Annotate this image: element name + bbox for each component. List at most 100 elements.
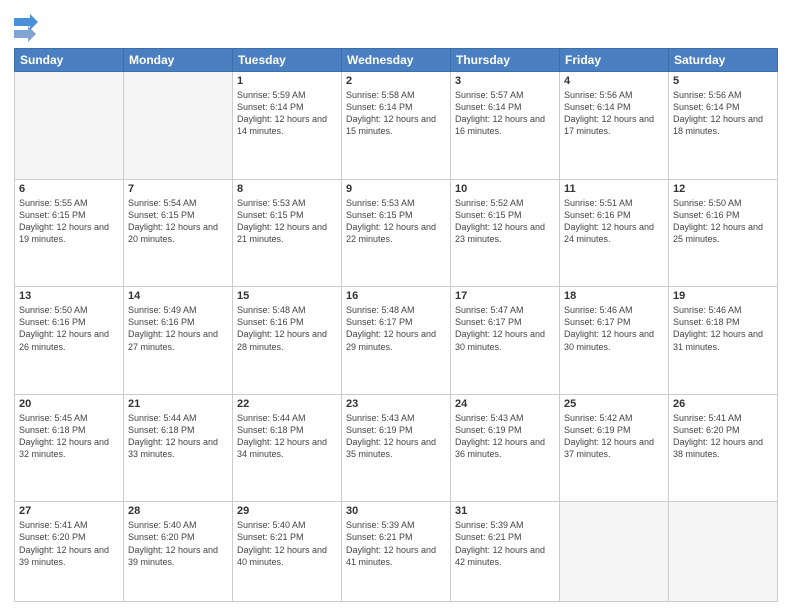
- day-info-19: Sunrise: 5:46 AM Sunset: 6:18 PM Dayligh…: [673, 304, 773, 353]
- day-number-28: 28: [128, 505, 228, 517]
- day-info-7: Sunrise: 5:54 AM Sunset: 6:15 PM Dayligh…: [128, 197, 228, 246]
- day-info-18: Sunrise: 5:46 AM Sunset: 6:17 PM Dayligh…: [564, 304, 664, 353]
- day-number-22: 22: [237, 398, 337, 410]
- empty-cell: [15, 72, 124, 180]
- week-row-4: 20 Sunrise: 5:45 AM Sunset: 6:18 PM Dayli…: [15, 394, 778, 502]
- day-cell-3: 3Sunrise: 5:57 AM Sunset: 6:14 PM Daylig…: [451, 72, 560, 180]
- empty-cell: [560, 502, 669, 602]
- day-number-23: 23: [346, 398, 446, 410]
- day-cell-21: 21 Sunrise: 5:44 AM Sunset: 6:18 PM Dayli…: [124, 394, 233, 502]
- day-info-20: Sunrise: 5:45 AM Sunset: 6:18 PM Dayligh…: [19, 412, 119, 461]
- day-cell-29: 29 Sunrise: 5:40 AM Sunset: 6:21 PM Dayli…: [233, 502, 342, 602]
- day-cell-17: 17Sunrise: 5:47 AM Sunset: 6:17 PM Dayli…: [451, 287, 560, 395]
- empty-cell: [124, 72, 233, 180]
- day-number-12: 12: [673, 183, 773, 195]
- day-cell-6: 6 Sunrise: 5:55 AM Sunset: 6:15 PM Daylig…: [15, 179, 124, 287]
- day-info-10: Sunrise: 5:52 AM Sunset: 6:15 PM Dayligh…: [455, 197, 555, 246]
- day-number-14: 14: [128, 290, 228, 302]
- day-info-14: Sunrise: 5:49 AM Sunset: 6:16 PM Dayligh…: [128, 304, 228, 353]
- day-info-27: Sunrise: 5:41 AM Sunset: 6:20 PM Dayligh…: [19, 519, 119, 568]
- day-info-22: Sunrise: 5:44 AM Sunset: 6:18 PM Dayligh…: [237, 412, 337, 461]
- day-info-4: Sunrise: 5:56 AM Sunset: 6:14 PM Dayligh…: [564, 89, 664, 138]
- day-cell-31: 31Sunrise: 5:39 AM Sunset: 6:21 PM Dayli…: [451, 502, 560, 602]
- weekday-header-wednesday: Wednesday: [342, 49, 451, 72]
- day-info-29: Sunrise: 5:40 AM Sunset: 6:21 PM Dayligh…: [237, 519, 337, 568]
- day-number-24: 24: [455, 398, 555, 410]
- weekday-header-saturday: Saturday: [669, 49, 778, 72]
- day-cell-20: 20 Sunrise: 5:45 AM Sunset: 6:18 PM Dayli…: [15, 394, 124, 502]
- day-number-26: 26: [673, 398, 773, 410]
- day-cell-4: 4 Sunrise: 5:56 AM Sunset: 6:14 PM Daylig…: [560, 72, 669, 180]
- weekday-header-sunday: Sunday: [15, 49, 124, 72]
- day-number-8: 8: [237, 183, 337, 195]
- day-cell-23: 23 Sunrise: 5:43 AM Sunset: 6:19 PM Dayli…: [342, 394, 451, 502]
- day-number-4: 4: [564, 75, 664, 87]
- day-info-9: Sunrise: 5:53 AM Sunset: 6:15 PM Dayligh…: [346, 197, 446, 246]
- day-info-23: Sunrise: 5:43 AM Sunset: 6:19 PM Dayligh…: [346, 412, 446, 461]
- empty-cell: [669, 502, 778, 602]
- day-number-30: 30: [346, 505, 446, 517]
- day-number-20: 20: [19, 398, 119, 410]
- day-info-2: Sunrise: 5:58 AM Sunset: 6:14 PM Dayligh…: [346, 89, 446, 138]
- day-cell-10: 10 Sunrise: 5:52 AM Sunset: 6:15 PM Dayli…: [451, 179, 560, 287]
- day-cell-11: 11Sunrise: 5:51 AM Sunset: 6:16 PM Dayli…: [560, 179, 669, 287]
- weekday-header-tuesday: Tuesday: [233, 49, 342, 72]
- day-cell-28: 28 Sunrise: 5:40 AM Sunset: 6:20 PM Dayli…: [124, 502, 233, 602]
- day-cell-22: 22 Sunrise: 5:44 AM Sunset: 6:18 PM Dayli…: [233, 394, 342, 502]
- day-info-6: Sunrise: 5:55 AM Sunset: 6:15 PM Dayligh…: [19, 197, 119, 246]
- day-number-21: 21: [128, 398, 228, 410]
- week-row-2: 6 Sunrise: 5:55 AM Sunset: 6:15 PM Daylig…: [15, 179, 778, 287]
- day-number-6: 6: [19, 183, 119, 195]
- day-info-1: Sunrise: 5:59 AM Sunset: 6:14 PM Dayligh…: [237, 89, 337, 138]
- day-number-7: 7: [128, 183, 228, 195]
- day-number-15: 15: [237, 290, 337, 302]
- day-info-21: Sunrise: 5:44 AM Sunset: 6:18 PM Dayligh…: [128, 412, 228, 461]
- calendar-table: SundayMondayTuesdayWednesdayThursdayFrid…: [14, 48, 778, 602]
- day-info-15: Sunrise: 5:48 AM Sunset: 6:16 PM Dayligh…: [237, 304, 337, 353]
- day-info-13: Sunrise: 5:50 AM Sunset: 6:16 PM Dayligh…: [19, 304, 119, 353]
- day-number-31: 31: [455, 505, 555, 517]
- day-number-9: 9: [346, 183, 446, 195]
- day-cell-24: 24Sunrise: 5:43 AM Sunset: 6:19 PM Dayli…: [451, 394, 560, 502]
- day-number-2: 2: [346, 75, 446, 87]
- day-number-11: 11: [564, 183, 664, 195]
- day-cell-12: 12 Sunrise: 5:50 AM Sunset: 6:16 PM Dayli…: [669, 179, 778, 287]
- logo-icon: [14, 14, 38, 42]
- day-cell-30: 30Sunrise: 5:39 AM Sunset: 6:21 PM Dayli…: [342, 502, 451, 602]
- day-cell-27: 27 Sunrise: 5:41 AM Sunset: 6:20 PM Dayli…: [15, 502, 124, 602]
- day-number-3: 3: [455, 75, 555, 87]
- day-number-19: 19: [673, 290, 773, 302]
- day-number-17: 17: [455, 290, 555, 302]
- week-row-3: 13 Sunrise: 5:50 AM Sunset: 6:16 PM Dayli…: [15, 287, 778, 395]
- logo: [14, 14, 42, 42]
- day-cell-26: 26 Sunrise: 5:41 AM Sunset: 6:20 PM Dayli…: [669, 394, 778, 502]
- weekday-header-row: SundayMondayTuesdayWednesdayThursdayFrid…: [15, 49, 778, 72]
- day-info-28: Sunrise: 5:40 AM Sunset: 6:20 PM Dayligh…: [128, 519, 228, 568]
- page: SundayMondayTuesdayWednesdayThursdayFrid…: [0, 0, 792, 612]
- day-number-18: 18: [564, 290, 664, 302]
- day-number-10: 10: [455, 183, 555, 195]
- day-number-25: 25: [564, 398, 664, 410]
- day-cell-5: 5 Sunrise: 5:56 AM Sunset: 6:14 PM Daylig…: [669, 72, 778, 180]
- day-info-16: Sunrise: 5:48 AM Sunset: 6:17 PM Dayligh…: [346, 304, 446, 353]
- day-number-27: 27: [19, 505, 119, 517]
- day-cell-1: 1 Sunrise: 5:59 AM Sunset: 6:14 PM Daylig…: [233, 72, 342, 180]
- weekday-header-friday: Friday: [560, 49, 669, 72]
- day-number-1: 1: [237, 75, 337, 87]
- day-number-13: 13: [19, 290, 119, 302]
- weekday-header-thursday: Thursday: [451, 49, 560, 72]
- weekday-header-monday: Monday: [124, 49, 233, 72]
- day-number-5: 5: [673, 75, 773, 87]
- day-cell-9: 9 Sunrise: 5:53 AM Sunset: 6:15 PM Daylig…: [342, 179, 451, 287]
- day-info-12: Sunrise: 5:50 AM Sunset: 6:16 PM Dayligh…: [673, 197, 773, 246]
- day-cell-14: 14 Sunrise: 5:49 AM Sunset: 6:16 PM Dayli…: [124, 287, 233, 395]
- day-cell-15: 15 Sunrise: 5:48 AM Sunset: 6:16 PM Dayli…: [233, 287, 342, 395]
- day-info-5: Sunrise: 5:56 AM Sunset: 6:14 PM Dayligh…: [673, 89, 773, 138]
- day-info-26: Sunrise: 5:41 AM Sunset: 6:20 PM Dayligh…: [673, 412, 773, 461]
- week-row-5: 27 Sunrise: 5:41 AM Sunset: 6:20 PM Dayli…: [15, 502, 778, 602]
- week-row-1: 1 Sunrise: 5:59 AM Sunset: 6:14 PM Daylig…: [15, 72, 778, 180]
- day-number-29: 29: [237, 505, 337, 517]
- day-info-25: Sunrise: 5:42 AM Sunset: 6:19 PM Dayligh…: [564, 412, 664, 461]
- day-cell-13: 13 Sunrise: 5:50 AM Sunset: 6:16 PM Dayli…: [15, 287, 124, 395]
- day-cell-18: 18 Sunrise: 5:46 AM Sunset: 6:17 PM Dayli…: [560, 287, 669, 395]
